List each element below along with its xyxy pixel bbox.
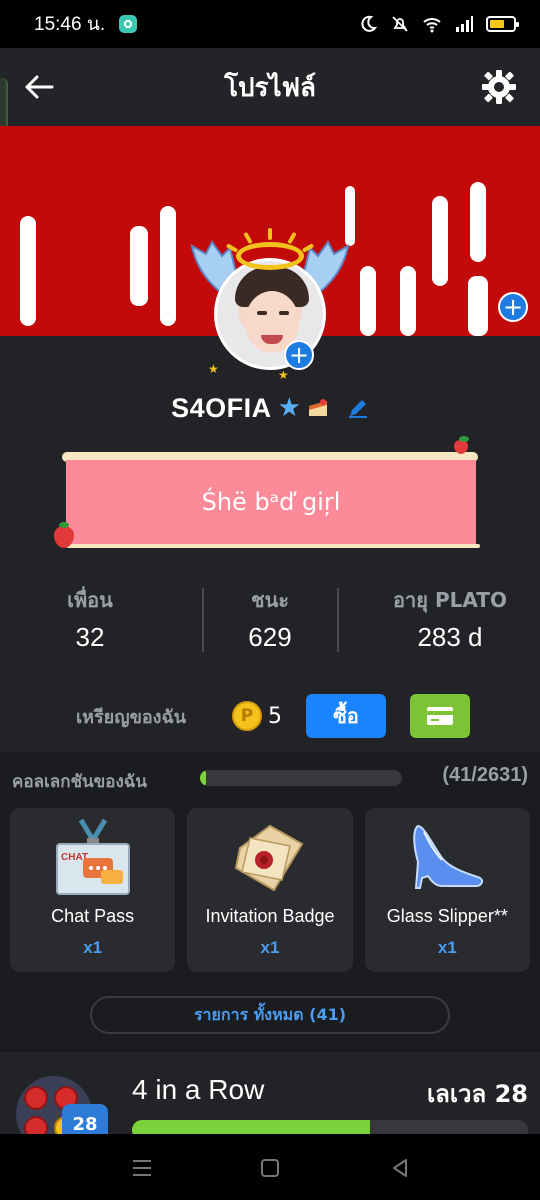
- collection-item-qty: x1: [260, 938, 280, 957]
- collection-item-qty: x1: [83, 938, 103, 957]
- collection-progress: [200, 770, 402, 786]
- app-notification-icon: [119, 15, 138, 33]
- collection-item[interactable]: Invitation Badge x1: [187, 808, 353, 972]
- status-time: 15:46 น.: [34, 14, 106, 35]
- invitation-badge-icon: [235, 824, 304, 892]
- star-icon: ★: [277, 393, 301, 423]
- username-row: S4OFIA ★: [0, 388, 540, 428]
- collection-item[interactable]: Glass Slipper** x1: [364, 808, 530, 972]
- recent-apps-icon[interactable]: [130, 1156, 154, 1180]
- chat-pass-icon: CHAT: [56, 818, 130, 895]
- collection-item[interactable]: CHAT Chat Pass x1: [10, 808, 176, 972]
- stat-value: 629: [248, 622, 292, 652]
- status-icons: [358, 14, 519, 34]
- divider: [337, 588, 339, 652]
- sparkle-icon: ★: [278, 368, 289, 382]
- halo-icon: [236, 242, 304, 270]
- banner-add-button[interactable]: +: [498, 292, 528, 322]
- divider: [202, 588, 204, 652]
- gear-icon[interactable]: [480, 68, 518, 106]
- coin-count: 5: [268, 703, 282, 729]
- page-title: โปรไฟล์: [224, 72, 316, 103]
- profile-screen: 15:46 น. โปรไฟล์ + ★ ★ + S4OFIA ★ Śhë bᵃ…: [0, 0, 540, 1200]
- moon-icon: [361, 15, 378, 32]
- app-header: โปรไฟล์: [0, 48, 540, 126]
- game-level: เลเวล 28: [426, 1080, 528, 1108]
- bio-card[interactable]: Śhë bᵃď giŗl: [54, 436, 480, 548]
- game-name: 4 in a Row: [132, 1074, 265, 1105]
- avatar-add-button[interactable]: +: [284, 340, 314, 370]
- sparkle-icon: ★: [208, 362, 219, 376]
- coins-label: เหรียญของฉัน: [76, 706, 187, 728]
- collection-item-name: Invitation Badge: [205, 906, 335, 926]
- collection-title: คอลเลกชันของฉัน: [12, 772, 148, 792]
- home-icon[interactable]: [258, 1156, 282, 1180]
- stat-value: 32: [75, 622, 105, 652]
- avatar-frame[interactable]: ★ ★ +: [190, 228, 350, 382]
- collection-section: คอลเลกชันของฉัน (41/2631) CHAT Chat Pass…: [0, 752, 540, 1052]
- edit-pencil-icon[interactable]: [347, 397, 369, 419]
- collection-cards: CHAT Chat Pass x1 Invitation Badge x1 Gl…: [10, 808, 530, 972]
- view-all-collection-button[interactable]: รายการ ทั้งหมด (41): [90, 996, 450, 1034]
- collection-count: (41/2631): [442, 764, 528, 786]
- stat-value: 283 d: [417, 622, 483, 652]
- cake-icon: [308, 399, 327, 416]
- username: S4OFIA: [171, 392, 272, 423]
- battery-icon: [486, 16, 519, 32]
- collection-item-qty: x1: [437, 938, 457, 957]
- coins-row: เหรียญของฉัน P 5 ซื้อ: [0, 692, 540, 740]
- wifi-icon: [423, 18, 441, 33]
- stat-wins: ชนะ 629: [180, 584, 360, 664]
- bio-text: Śhë bᵃď giŗl: [201, 488, 341, 516]
- status-bar: 15:46 น.: [0, 0, 540, 48]
- bell-off-icon: [392, 16, 408, 32]
- stats-row: เพื่อน 32 ชนะ 629 อายุ PLATO 283 d: [0, 584, 540, 664]
- collection-item-name: Chat Pass: [51, 906, 135, 926]
- buy-coins-button[interactable]: ซื้อ: [306, 694, 386, 738]
- back-arrow-icon[interactable]: [22, 70, 56, 104]
- coin-icon: P: [232, 701, 262, 731]
- back-icon[interactable]: [388, 1156, 412, 1180]
- wallet-button[interactable]: [410, 694, 470, 738]
- wallet-icon: [427, 707, 453, 725]
- system-nav-bar: [0, 1134, 540, 1200]
- stat-label: ชนะ: [251, 588, 289, 612]
- stat-friends[interactable]: เพื่อน 32: [0, 584, 180, 664]
- glass-slipper-icon: [412, 824, 483, 889]
- stat-plato-age: อายุ PLATO 283 d: [360, 584, 540, 664]
- game-stat-row[interactable]: 28 4 in a Row เลเวล 28: [0, 1060, 540, 1152]
- signal-icon: [456, 16, 473, 32]
- stat-label: เพื่อน: [67, 588, 113, 612]
- stat-label: อายุ PLATO: [393, 588, 507, 612]
- collection-item-name: Glass Slipper**: [386, 906, 508, 926]
